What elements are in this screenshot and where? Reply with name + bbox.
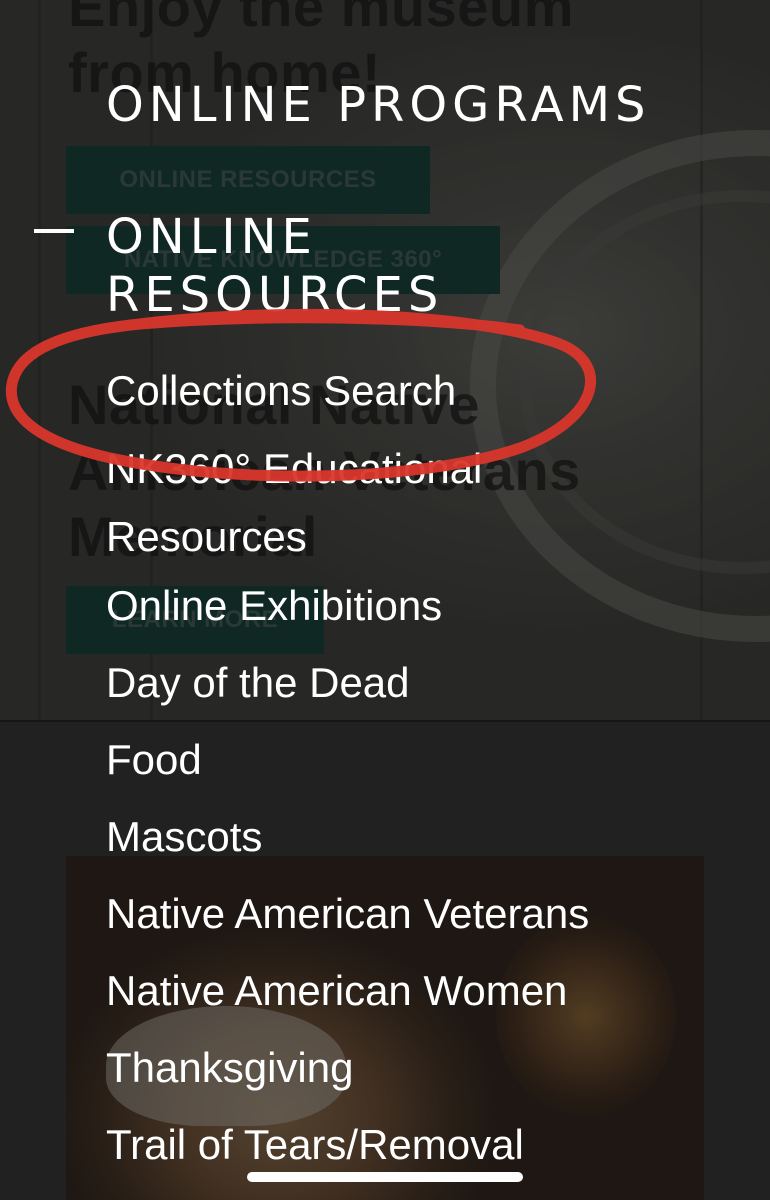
online-resources-submenu: Collections Search NK360° Educational Re… [106,352,726,1183]
menu-item-mascots[interactable]: Mascots [106,798,726,875]
menu-item-collections-search[interactable]: Collections Search [106,352,726,429]
menu-item-online-exhibitions[interactable]: Online Exhibitions [106,571,726,644]
menu-item-food[interactable]: Food [106,721,726,798]
menu-item-day-of-the-dead[interactable]: Day of the Dead [106,644,726,721]
menu-section-online-programs[interactable]: ONLINE PROGRAMS [106,74,650,136]
navigation-menu: ONLINE PROGRAMS ONLINE RESOURCES Collect… [0,0,770,1200]
menu-item-nk360-educational-resources[interactable]: NK360° Educational Resources [106,429,586,571]
menu-section-online-resources[interactable]: ONLINE RESOURCES [106,208,626,324]
minus-icon[interactable] [34,229,74,233]
home-indicator[interactable] [247,1172,523,1182]
menu-item-thanksgiving[interactable]: Thanksgiving [106,1029,726,1106]
menu-item-native-american-women[interactable]: Native American Women [106,952,726,1029]
menu-item-native-american-veterans[interactable]: Native American Veterans [106,875,726,952]
